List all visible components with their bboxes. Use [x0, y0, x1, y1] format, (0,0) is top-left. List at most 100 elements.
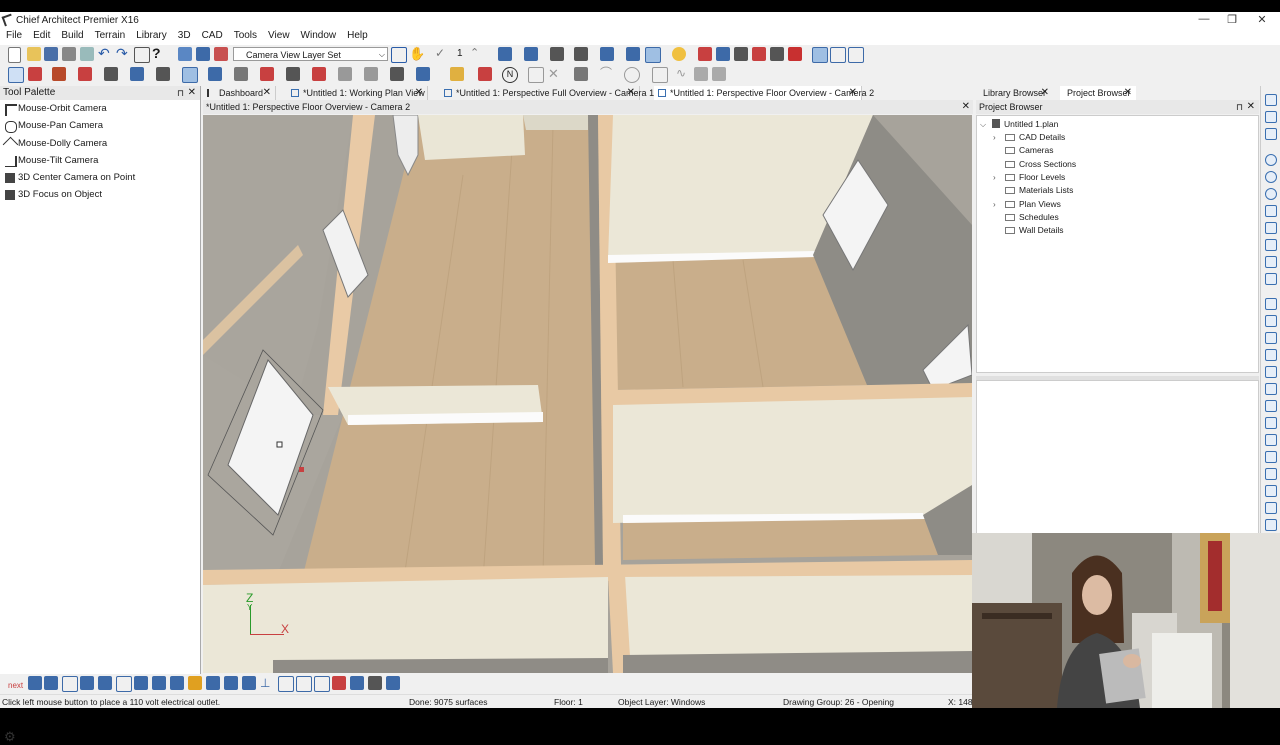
- select-arrow-icon[interactable]: [8, 67, 24, 83]
- pin-icon[interactable]: ⊓: [1236, 100, 1243, 114]
- view-tool-icon[interactable]: [1265, 400, 1277, 412]
- callout-icon[interactable]: [528, 67, 544, 83]
- pencil-icon[interactable]: [450, 67, 464, 81]
- elevation-icon[interactable]: [574, 47, 588, 61]
- section-icon[interactable]: [600, 47, 614, 61]
- tool-mouse-dolly-camera[interactable]: Mouse-Dolly Camera: [0, 135, 200, 152]
- view-tool-icon[interactable]: [1265, 383, 1277, 395]
- circle-icon[interactable]: [624, 67, 640, 83]
- view-tool-icon[interactable]: [1265, 332, 1277, 344]
- trim-icon[interactable]: [574, 67, 588, 81]
- view-tool-icon[interactable]: [1265, 417, 1277, 429]
- edit-tool-icon[interactable]: [350, 676, 364, 690]
- view-tool-icon[interactable]: [1265, 519, 1277, 531]
- edit-tool-icon[interactable]: [80, 676, 94, 690]
- zoom-out-icon[interactable]: [1265, 188, 1277, 200]
- chevron-right-icon[interactable]: ›: [993, 198, 996, 211]
- tab-project-browser[interactable]: Project Browser ✕: [1060, 86, 1136, 100]
- edit-tool-icon[interactable]: [62, 676, 78, 692]
- terrain-icon[interactable]: [338, 67, 352, 81]
- view-tool-icon[interactable]: [1265, 434, 1277, 446]
- tool-icon[interactable]: [770, 47, 784, 61]
- maximize-button[interactable]: ❐: [1218, 13, 1246, 27]
- delete-surface-icon[interactable]: [752, 47, 766, 61]
- edit-tool-icon[interactable]: [386, 676, 400, 690]
- view-tool-icon[interactable]: [1265, 222, 1277, 234]
- close-icon[interactable]: ✕: [627, 86, 635, 100]
- view-tool-icon[interactable]: [1265, 273, 1277, 285]
- window-tile-icon[interactable]: [812, 47, 828, 63]
- chevron-right-icon[interactable]: ›: [993, 131, 996, 144]
- menu-build[interactable]: Build: [55, 29, 88, 41]
- house-view-icon[interactable]: [645, 47, 661, 63]
- materials-icon[interactable]: [716, 47, 730, 61]
- next-button[interactable]: next: [8, 676, 23, 690]
- tool-mouse-pan-camera[interactable]: Mouse-Pan Camera: [0, 117, 200, 134]
- close-icon[interactable]: ✕: [1124, 86, 1132, 100]
- view-tool-icon[interactable]: [1265, 298, 1277, 310]
- edit-tool-icon[interactable]: [206, 676, 220, 690]
- minimize-button[interactable]: —: [1190, 13, 1218, 27]
- rooms-icon[interactable]: [52, 67, 66, 81]
- edit-tool-icon[interactable]: [134, 676, 148, 690]
- zoom-in-icon[interactable]: [1265, 171, 1277, 183]
- edit-tool-icon[interactable]: [170, 676, 184, 690]
- tree-item-wall-details[interactable]: Wall Details: [1005, 224, 1064, 237]
- redo-icon[interactable]: ↷: [116, 46, 130, 61]
- cad-box-icon[interactable]: [416, 67, 430, 81]
- chevron-up-icon[interactable]: ⌃: [470, 47, 484, 61]
- view-tool-icon[interactable]: [1265, 485, 1277, 497]
- pin-icon[interactable]: ⊓: [177, 86, 184, 100]
- edit-tool-icon[interactable]: [152, 676, 166, 690]
- chevron-down-icon[interactable]: ⌵: [980, 118, 986, 131]
- plan-view-icon[interactable]: [196, 47, 210, 61]
- edit-tools-icon[interactable]: [698, 47, 712, 61]
- select-objects-icon[interactable]: [134, 47, 150, 63]
- camera-icon[interactable]: [524, 47, 538, 61]
- edit-tool-icon[interactable]: [44, 676, 58, 690]
- paint-icon[interactable]: [788, 47, 802, 61]
- cabinet-icon[interactable]: [78, 67, 92, 81]
- edit-tool-icon[interactable]: [296, 676, 312, 692]
- layer-check-icon[interactable]: [391, 47, 407, 63]
- close-icon[interactable]: ✕: [1247, 100, 1255, 114]
- tool-mouse-orbit-camera[interactable]: Mouse-Orbit Camera: [0, 100, 200, 117]
- view-tool-icon[interactable]: [1265, 256, 1277, 268]
- window-tool-icon[interactable]: [182, 67, 198, 83]
- tree-item-floor-levels[interactable]: › Floor Levels: [993, 171, 1065, 184]
- view-tool-icon[interactable]: [1265, 451, 1277, 463]
- view-tool-icon[interactable]: [1265, 366, 1277, 378]
- fixtures-icon[interactable]: [234, 67, 248, 81]
- tab-perspective-full-overview[interactable]: *Untitled 1: Perspective Full Overview -…: [440, 86, 654, 100]
- open-folder-icon[interactable]: [27, 47, 41, 61]
- tree-item-schedules[interactable]: Schedules: [1005, 211, 1059, 224]
- menu-edit[interactable]: Edit: [27, 29, 55, 41]
- text-icon[interactable]: [364, 67, 378, 81]
- window-split-icon[interactable]: [848, 47, 864, 63]
- view-tool-icon[interactable]: [1265, 239, 1277, 251]
- menu-window[interactable]: Window: [295, 29, 342, 41]
- arrow-tool-icon[interactable]: [478, 67, 492, 81]
- zoom-icon[interactable]: [1265, 154, 1277, 166]
- edit-tool-icon[interactable]: [242, 676, 256, 690]
- 3d-view-icon[interactable]: [498, 47, 512, 61]
- light-icon[interactable]: [672, 47, 686, 61]
- menu-cad[interactable]: CAD: [196, 29, 228, 41]
- print-icon[interactable]: [62, 47, 76, 61]
- help-icon[interactable]: ?: [152, 46, 166, 61]
- close-icon[interactable]: ✕: [849, 86, 857, 100]
- tree-item-materials-lists[interactable]: Materials Lists: [1005, 184, 1073, 197]
- tab-dashboard[interactable]: Dashboard ✕: [203, 86, 276, 100]
- tree-item-plan-views[interactable]: › Plan Views: [993, 198, 1061, 211]
- x-mark-icon[interactable]: ✕: [548, 67, 562, 81]
- view-tool-icon[interactable]: [1265, 468, 1277, 480]
- tree-root[interactable]: ⌵ Untitled 1.plan: [980, 118, 1058, 131]
- electrical-icon[interactable]: [260, 67, 274, 81]
- menu-file[interactable]: File: [0, 29, 27, 41]
- edit-tool-icon[interactable]: [98, 676, 112, 690]
- door-icon[interactable]: [156, 67, 170, 81]
- print-preview-icon[interactable]: [80, 47, 94, 61]
- edit-tool-icon[interactable]: ⊥: [260, 676, 274, 690]
- view-tool-icon[interactable]: [1265, 128, 1277, 140]
- layer-display-icon[interactable]: [178, 47, 192, 61]
